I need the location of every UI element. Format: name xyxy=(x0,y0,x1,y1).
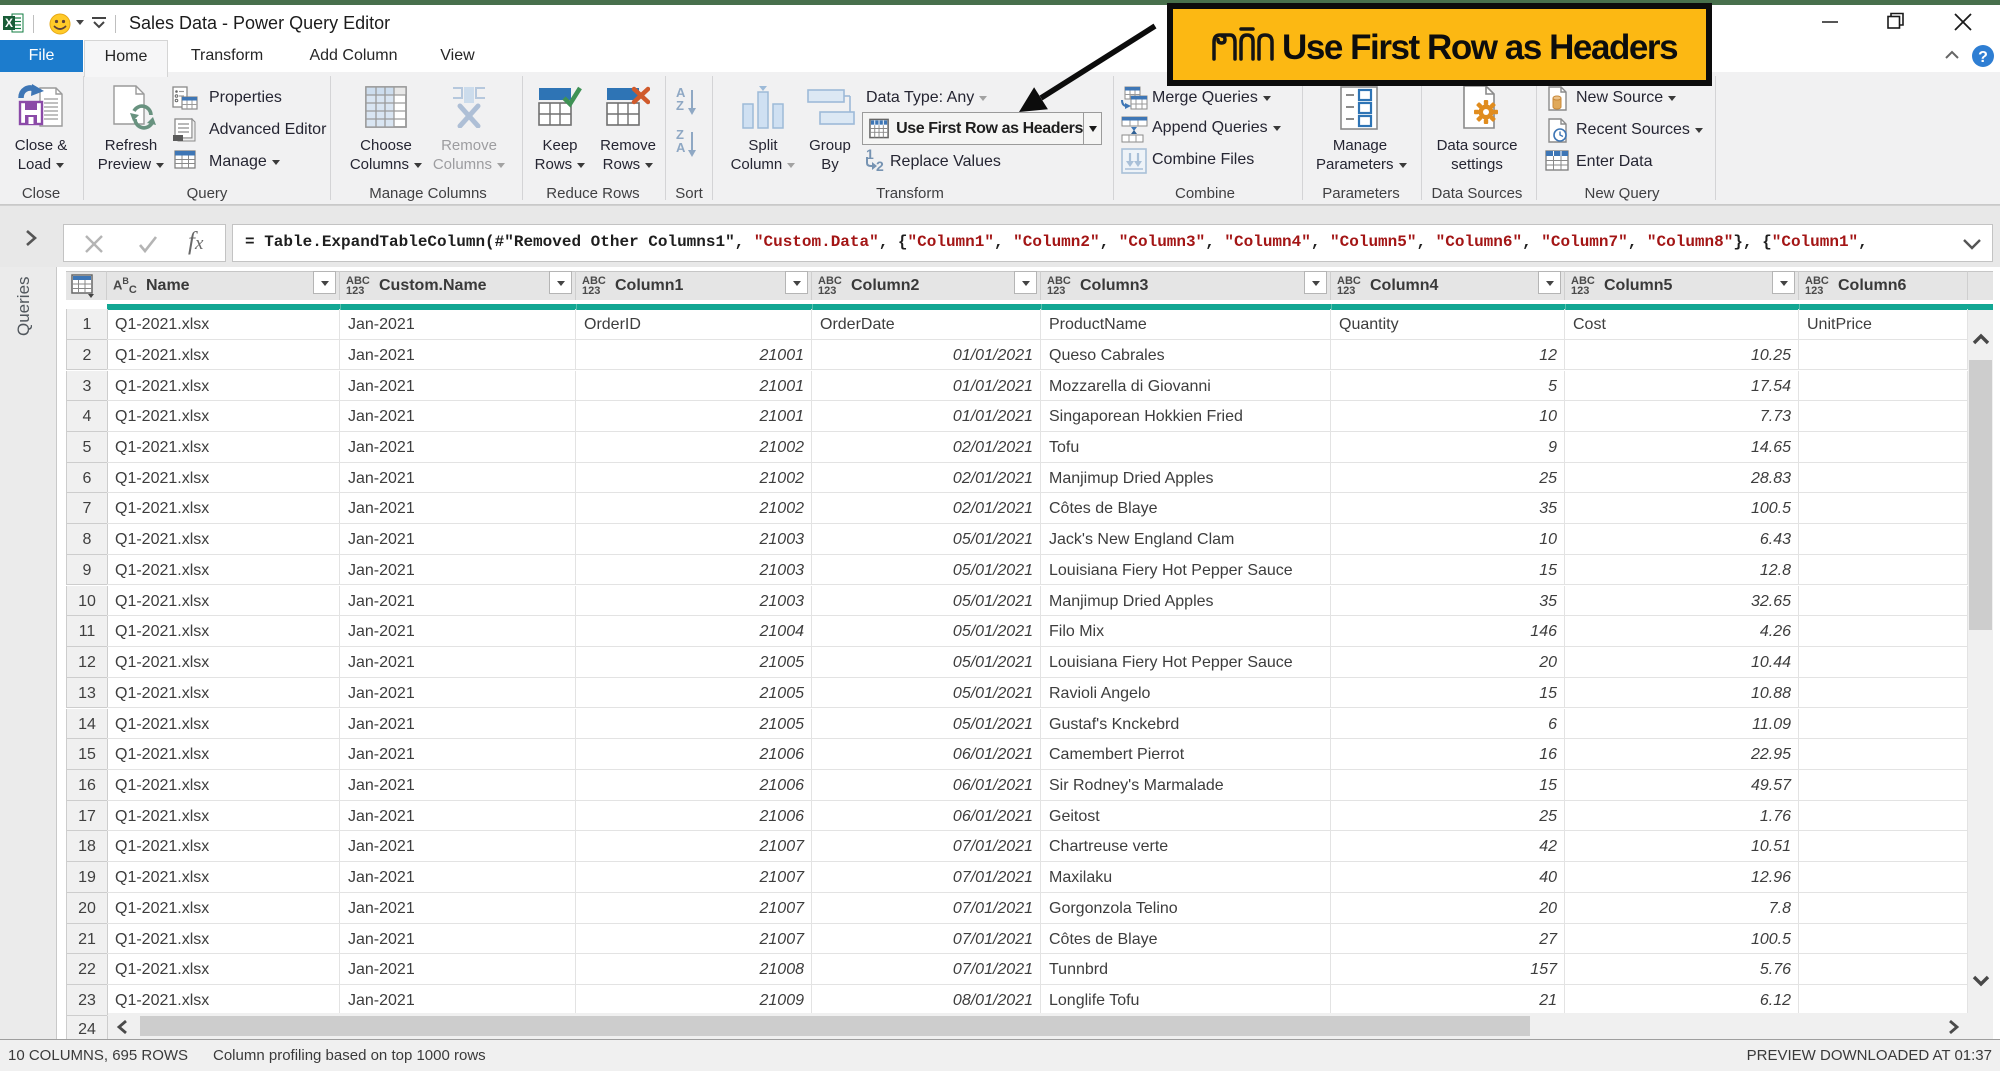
svg-text:?: ? xyxy=(1978,49,1988,66)
